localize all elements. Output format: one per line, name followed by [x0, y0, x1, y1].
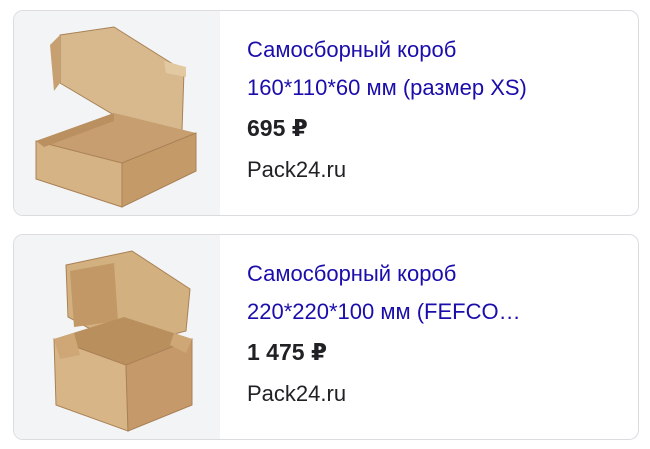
product-info: Самосборный короб 220*220*100 мм (FEFCO……	[247, 255, 624, 409]
product-price: 1 475 ₽	[247, 339, 327, 365]
product-card[interactable]: Самосборный короб 220*220*100 мм (FEFCO……	[13, 234, 639, 440]
product-title-line1[interactable]: Самосборный короб	[247, 31, 624, 69]
product-image[interactable]	[14, 235, 220, 439]
product-title-link[interactable]: Самосборный короб 160*110*60 мм (размер …	[247, 31, 624, 107]
product-source: Pack24.ru	[247, 157, 347, 182]
product-title-line2[interactable]: 160*110*60 мм (размер XS)	[247, 69, 624, 107]
product-image[interactable]	[14, 11, 220, 215]
product-source: Pack24.ru	[247, 381, 347, 406]
open-kraft-box-tall-icon	[53, 250, 193, 432]
product-results-list: Самосборный короб 160*110*60 мм (размер …	[0, 0, 650, 449]
product-title-line1[interactable]: Самосборный короб	[247, 255, 624, 293]
open-kraft-box-flat-icon	[35, 26, 197, 208]
product-title-line2[interactable]: 220*220*100 мм (FEFCO…	[247, 293, 624, 331]
product-card[interactable]: Самосборный короб 160*110*60 мм (размер …	[13, 10, 639, 216]
product-price: 695 ₽	[247, 115, 308, 141]
product-title-link[interactable]: Самосборный короб 220*220*100 мм (FEFCO…	[247, 255, 624, 331]
product-info: Самосборный короб 160*110*60 мм (размер …	[247, 31, 624, 185]
